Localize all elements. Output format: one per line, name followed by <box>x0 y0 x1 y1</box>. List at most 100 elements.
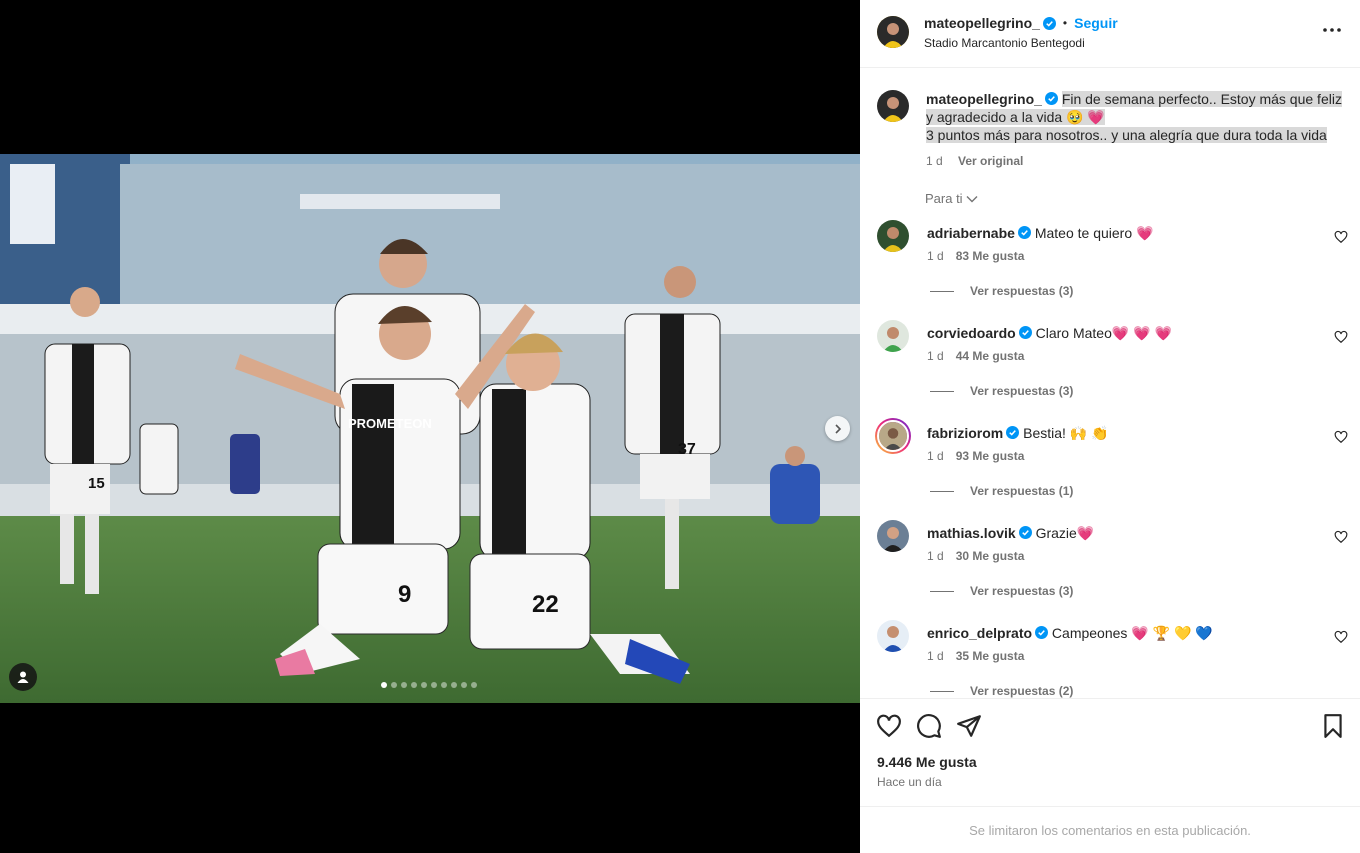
share-icon[interactable] <box>956 713 982 739</box>
chevron-right-icon <box>834 423 841 434</box>
verified-badge-icon <box>1018 326 1032 339</box>
comment-like-heart-icon[interactable] <box>1334 430 1348 444</box>
avatar-image <box>877 220 909 252</box>
comment-item: adriabernabe Mateo te quiero 💗 1 d 83 Me … <box>860 220 1360 320</box>
comment-text: Mateo te quiero 💗 <box>1034 225 1154 241</box>
comment-username[interactable]: fabriziorom <box>927 425 1003 441</box>
see-original-link[interactable]: Ver original <box>958 154 1023 168</box>
sort-label: Para ti <box>925 191 963 206</box>
comment-username[interactable]: enrico_delprato <box>927 625 1032 641</box>
post-caption: mateopellegrino_ Fin de semana perfecto.… <box>926 90 1346 170</box>
carousel-dot <box>401 682 407 688</box>
bookmark-icon[interactable] <box>1320 713 1346 739</box>
chevron-down-icon <box>966 195 978 202</box>
comment-avatar[interactable] <box>877 520 909 552</box>
post-header: mateopellegrino_ • Seguir Stadio Marcant… <box>860 0 1360 68</box>
comment-likes[interactable]: 93 Me gusta <box>956 449 1025 463</box>
posted-time: Hace un día <box>877 775 942 789</box>
svg-text:PROMETEON: PROMETEON <box>348 416 432 431</box>
next-slide-button[interactable] <box>825 416 850 441</box>
comment-username[interactable]: adriabernabe <box>927 225 1015 241</box>
celebration-photo: PROMETEON 9 22 37 15 <box>0 154 860 703</box>
comment-likes[interactable]: 44 Me gusta <box>956 349 1025 363</box>
more-options-icon <box>1323 28 1341 32</box>
post-location[interactable]: Stadio Marcantonio Bentegodi <box>924 36 1085 50</box>
carousel-dot <box>461 682 467 688</box>
carousel-dot <box>421 682 427 688</box>
comment-like-heart-icon[interactable] <box>1334 630 1348 644</box>
caption-text-line2: 3 puntos más para nosotros.. y una alegr… <box>926 127 1327 143</box>
more-options-button[interactable] <box>1322 18 1342 42</box>
comment-likes[interactable]: 35 Me gusta <box>956 649 1025 663</box>
comment-time: 1 d <box>927 549 944 563</box>
comment-item: mathias.lovik Grazie💗 1 d 30 Me gusta Ver… <box>860 520 1360 620</box>
comment-avatar[interactable] <box>877 620 909 652</box>
comment-like-heart-icon[interactable] <box>1334 330 1348 344</box>
sort-dropdown[interactable]: Para ti <box>925 191 978 206</box>
view-replies-label: Ver respuestas (3) <box>970 284 1074 298</box>
comment-text: Claro Mateo💗 💗 💗 <box>1035 325 1172 341</box>
comment-item: corviedoardo Claro Mateo💗 💗 💗 1 d 44 Me g… <box>860 320 1360 420</box>
author-username[interactable]: mateopellegrino_ <box>924 15 1040 31</box>
comment-icon[interactable] <box>916 713 942 739</box>
comment-avatar-story-ring[interactable] <box>875 418 911 454</box>
svg-text:15: 15 <box>88 475 105 492</box>
verified-badge-icon <box>1018 526 1032 539</box>
post-photo[interactable]: PROMETEON 9 22 37 15 <box>0 154 860 703</box>
media-area: PROMETEON 9 22 37 15 <box>0 0 860 853</box>
caption-avatar[interactable] <box>877 90 909 122</box>
comment-time: 1 d <box>927 649 944 663</box>
verified-badge-icon <box>1042 16 1056 30</box>
carousel-indicator <box>381 682 477 688</box>
comment-avatar[interactable] <box>877 220 909 252</box>
avatar-image <box>877 420 909 452</box>
comment-likes[interactable]: 83 Me gusta <box>956 249 1025 263</box>
likes-count[interactable]: 9.446 Me gusta <box>877 754 977 770</box>
carousel-dot <box>471 682 477 688</box>
carousel-dot <box>381 682 387 688</box>
comment-item: enrico_delprato Campeones 💗 🏆 💛 💙 1 d 35 … <box>860 620 1360 698</box>
avatar-image <box>877 320 909 352</box>
view-replies-label: Ver respuestas (3) <box>970 584 1074 598</box>
comment-username[interactable]: corviedoardo <box>927 325 1016 341</box>
comment-like-heart-icon[interactable] <box>1334 530 1348 544</box>
view-replies-button[interactable]: Ver respuestas (3) <box>930 384 1073 398</box>
view-replies-button[interactable]: Ver respuestas (1) <box>930 484 1073 498</box>
post-actions: 9.446 Me gusta Hace un día <box>860 698 1360 806</box>
avatar-image <box>877 16 909 48</box>
tagged-users-button[interactable] <box>9 663 37 691</box>
svg-text:9: 9 <box>398 581 411 608</box>
comment-text: Bestia! 🙌 👏 <box>1023 425 1109 441</box>
user-icon <box>17 671 29 683</box>
author-avatar[interactable] <box>877 16 909 48</box>
comment-avatar[interactable] <box>877 320 909 352</box>
avatar-image <box>877 90 909 122</box>
comment-item: fabriziorom Bestia! 🙌 👏 1 d 93 Me gusta V… <box>860 418 1360 520</box>
avatar-image <box>877 620 909 652</box>
carousel-dot <box>441 682 447 688</box>
view-replies-label: Ver respuestas (1) <box>970 484 1074 498</box>
verified-badge-icon <box>1044 92 1058 105</box>
carousel-dot <box>451 682 457 688</box>
follow-button[interactable]: Seguir <box>1074 15 1118 31</box>
carousel-dot <box>411 682 417 688</box>
view-replies-label: Ver respuestas (2) <box>970 684 1074 698</box>
comment-like-heart-icon[interactable] <box>1334 230 1348 244</box>
caption-username[interactable]: mateopellegrino_ <box>926 91 1042 107</box>
comments-section: mateopellegrino_ Fin de semana perfecto.… <box>860 68 1360 698</box>
view-replies-label: Ver respuestas (3) <box>970 384 1074 398</box>
avatar-image <box>877 520 909 552</box>
comment-username[interactable]: mathias.lovik <box>927 525 1016 541</box>
comment-time: 1 d <box>927 449 944 463</box>
view-replies-button[interactable]: Ver respuestas (3) <box>930 584 1073 598</box>
comments-limited-notice: Se limitaron los comentarios en esta pub… <box>860 806 1360 853</box>
comment-time: 1 d <box>927 349 944 363</box>
comment-likes[interactable]: 30 Me gusta <box>956 549 1025 563</box>
comment-text: Campeones 💗 🏆 💛 💙 <box>1051 625 1213 641</box>
carousel-dot <box>391 682 397 688</box>
view-replies-button[interactable]: Ver respuestas (3) <box>930 284 1073 298</box>
view-replies-button[interactable]: Ver respuestas (2) <box>930 684 1073 698</box>
carousel-dot <box>431 682 437 688</box>
heart-icon[interactable] <box>876 713 902 739</box>
verified-badge-icon <box>1006 426 1020 439</box>
